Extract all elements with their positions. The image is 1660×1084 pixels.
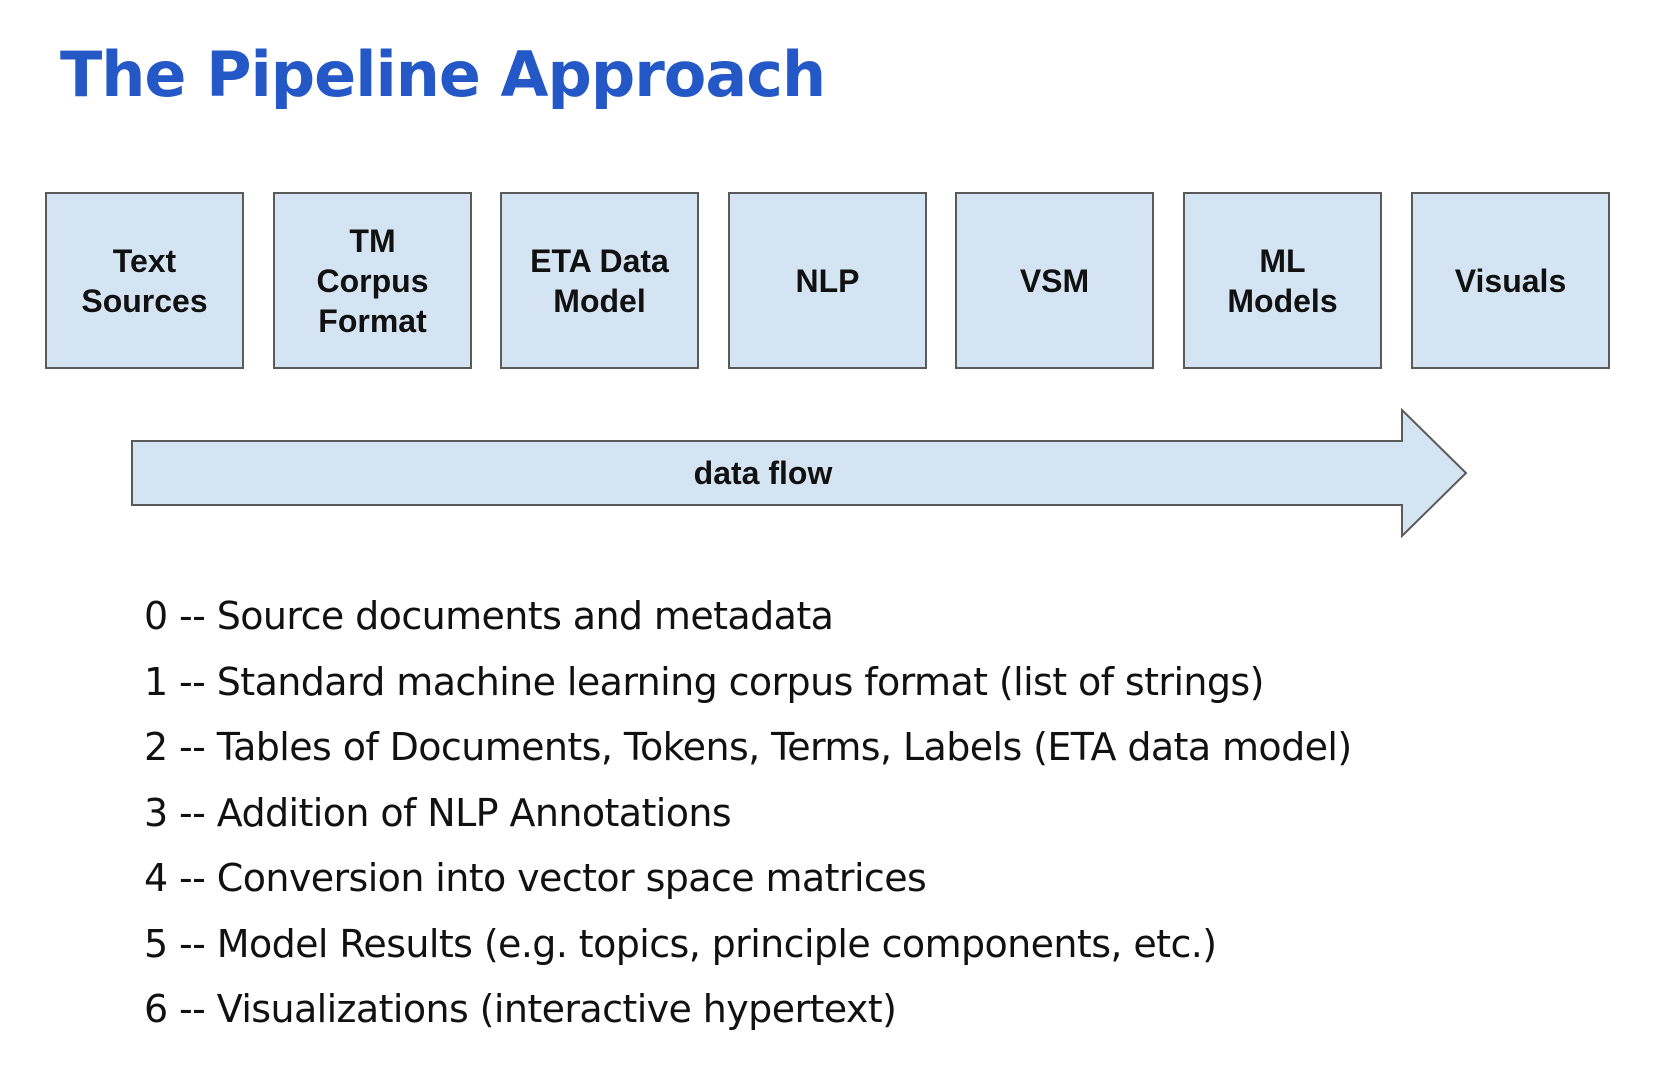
note-item: 3 -- Addition of NLP Annotations [144,790,732,835]
stage-box-vsm: VSM [955,192,1154,369]
stage-notes-list: 0 -- Source documents and metadata 1 -- … [144,584,1352,1043]
stage-label: ETA Data Model [530,242,669,319]
stage-box-text-sources: Text Sources [45,192,244,369]
page-title: The Pipeline Approach [60,38,826,111]
note-item: 0 -- Source documents and metadata [144,594,834,638]
note-item: 6 -- Visualizations (interactive hyperte… [144,987,897,1031]
stage-box-visuals: Visuals [1411,192,1610,369]
stage-label: TM Corpus Format [316,222,429,339]
stage-label: VSM [1019,262,1090,299]
note-item: 1 -- Standard machine learning corpus fo… [144,659,1264,704]
stage-label: NLP [795,262,860,299]
stage-label: ML Models [1227,242,1338,319]
note-item: 2 -- Tables of Documents, Tokens, Terms,… [144,725,1352,769]
stage-box-tm-corpus-format: TM Corpus Format [273,192,472,369]
stage-label: Text Sources [81,242,208,319]
data-flow-label: data flow [693,455,833,491]
stage-box-nlp: NLP [728,192,927,369]
stage-label: Visuals [1454,262,1567,299]
stage-box-eta-data-model: ETA Data Model [500,192,699,369]
note-item: 4 -- Conversion into vector space matric… [144,856,927,900]
stage-box-ml-models: ML Models [1183,192,1382,369]
note-item: 5 -- Model Results (e.g. topics, princip… [144,921,1217,966]
